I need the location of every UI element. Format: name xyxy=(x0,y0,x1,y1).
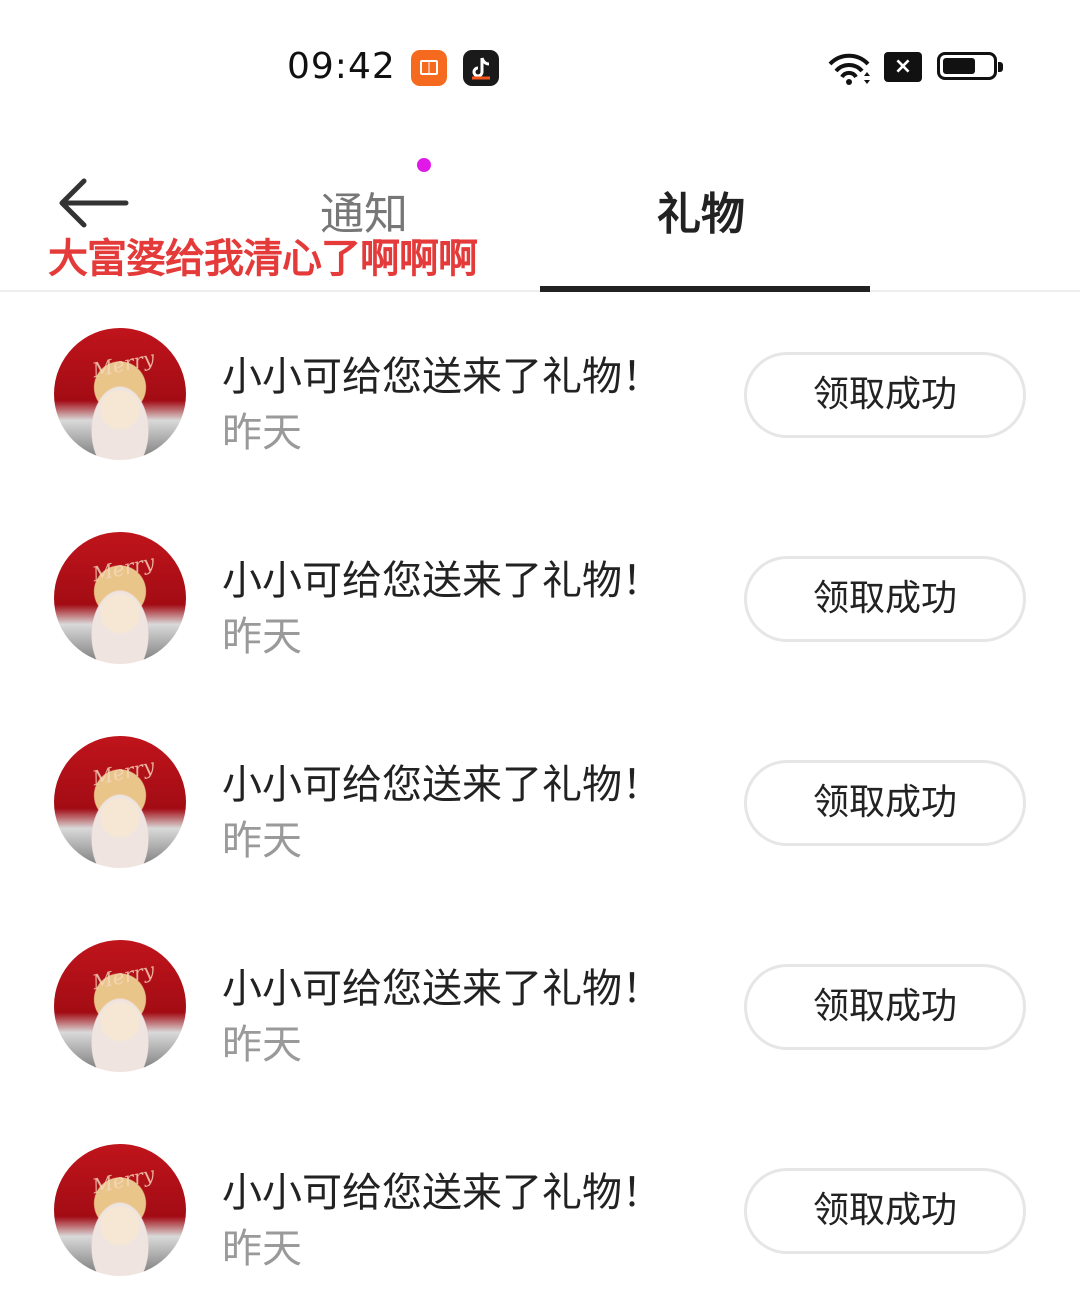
claim-button[interactable]: 领取成功 xyxy=(744,352,1026,438)
gift-row: 小小可给您送来了礼物！ 昨天 领取成功 xyxy=(0,904,1080,1108)
gift-row: 小小可给您送来了礼物！ 昨天 领取成功 xyxy=(0,1108,1080,1312)
reader-app-icon xyxy=(411,50,447,86)
video-caption-overlay: 大富婆给我清心了啊啊啊 xyxy=(48,236,478,282)
top-navigation: 通知 礼物 大富婆给我清心了啊啊啊 xyxy=(0,130,1080,292)
back-arrow-icon[interactable] xyxy=(56,175,130,231)
status-time: 09:42 xyxy=(287,46,396,87)
gift-time: 昨天 xyxy=(222,1022,302,1068)
gift-time: 昨天 xyxy=(222,614,302,660)
claim-button[interactable]: 领取成功 xyxy=(744,1168,1026,1254)
gift-time: 昨天 xyxy=(222,410,302,456)
tiktok-app-icon xyxy=(463,50,499,86)
gift-time: 昨天 xyxy=(222,1226,302,1272)
unread-dot xyxy=(417,158,431,172)
sim-absent-icon: × xyxy=(884,52,922,82)
gift-row: 小小可给您送来了礼物！ 昨天 领取成功 xyxy=(0,292,1080,496)
sender-avatar[interactable] xyxy=(54,940,186,1072)
gift-message: 小小可给您送来了礼物！ xyxy=(222,354,662,400)
sender-avatar[interactable] xyxy=(54,736,186,868)
sender-avatar[interactable] xyxy=(54,1144,186,1276)
gift-row: 小小可给您送来了礼物！ 昨天 领取成功 xyxy=(0,700,1080,904)
gift-message: 小小可给您送来了礼物！ xyxy=(222,558,662,604)
tab-gifts[interactable]: 礼物 xyxy=(657,178,745,242)
claim-button[interactable]: 领取成功 xyxy=(744,556,1026,642)
claim-button[interactable]: 领取成功 xyxy=(744,760,1026,846)
gift-message: 小小可给您送来了礼物！ xyxy=(222,966,662,1012)
battery-icon xyxy=(937,52,1003,80)
gift-time: 昨天 xyxy=(222,818,302,864)
claim-button[interactable]: 领取成功 xyxy=(744,964,1026,1050)
sender-avatar[interactable] xyxy=(54,328,186,460)
gift-row: 小小可给您送来了礼物！ 昨天 领取成功 xyxy=(0,496,1080,700)
gift-list: 小小可给您送来了礼物！ 昨天 领取成功 小小可给您送来了礼物！ 昨天 领取成功 … xyxy=(0,292,1080,1312)
gift-message: 小小可给您送来了礼物！ xyxy=(222,1170,662,1216)
sender-avatar[interactable] xyxy=(54,532,186,664)
gift-message: 小小可给您送来了礼物！ xyxy=(222,762,662,808)
status-bar: 09:42 × xyxy=(0,0,1080,130)
wifi-icon xyxy=(828,53,870,85)
